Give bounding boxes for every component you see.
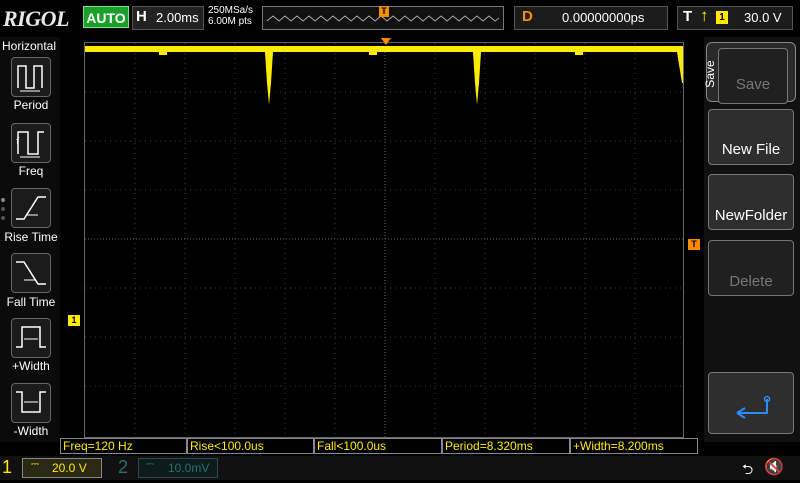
new-file-button[interactable]: New File [708,109,794,165]
neg-width-button[interactable] [11,383,51,423]
trigger-time-marker[interactable] [381,38,391,45]
delay-label: D [522,8,533,25]
ch1-waveform [85,46,683,105]
ch2-scale: 10.0mV [168,461,210,475]
freq-label: Freq [18,164,44,178]
ch1-ground-marker[interactable]: 1 [68,315,80,326]
measurement-fall[interactable]: Fall<100.0us [314,438,442,454]
pos-width-label: +Width [12,359,50,373]
rise-time-label: Rise Time [4,230,58,244]
save-button-label: Save [735,76,771,93]
period-button[interactable] [11,57,51,97]
delete-button[interactable]: Delete [708,240,794,296]
return-arrow-icon [736,395,771,419]
period-label: Period [13,98,49,112]
left-menu-title: Horizontal [2,39,57,53]
run-mode-badge[interactable]: AUTO [83,6,129,28]
neg-width-label: -Width [13,424,49,438]
freq-icon: f [16,131,44,158]
sample-rate: 250MSa/s [208,5,254,16]
memory-position-bar[interactable]: T [262,6,504,30]
pos-width-button[interactable] [11,318,51,358]
waveform-display[interactable] [84,42,684,438]
delete-label: Delete [729,273,773,290]
return-button[interactable] [708,372,794,434]
save-button[interactable]: Save [718,48,788,104]
scroll-dot [1,198,5,202]
measurement-freq[interactable]: Freq=120 Hz [60,438,187,454]
trigger-level-marker[interactable]: T [688,239,700,250]
scroll-dot [1,216,5,220]
dc-coupling-icon: ⎓ [31,459,39,470]
new-folder-button[interactable]: NewFolder [708,174,794,230]
trigger-label: T [683,8,693,25]
rise-time-button[interactable] [11,188,51,228]
horizontal-label: H [136,8,147,25]
new-file-label: New File [721,141,781,158]
rise-time-icon [16,196,46,220]
save-menu-title: Save [703,60,717,88]
dc-coupling-icon: ⎓ [146,459,154,470]
scroll-dot [1,207,5,211]
brand-logo: RIGOL [3,6,69,31]
measurement-pos-width[interactable]: +Width=8.200ms [570,438,698,454]
fall-time-button[interactable] [11,253,51,293]
neg-width-icon [16,391,46,413]
timebase-value: 2.00ms [156,10,199,25]
usb-icon: ⮌ [742,461,754,477]
trigger-level-value: 30.0 V [744,10,782,25]
measurement-rise[interactable]: Rise<100.0us [187,438,314,454]
speaker-muted-icon[interactable]: 🔇 [764,457,784,477]
measurement-period[interactable]: Period=8.320ms [442,438,570,454]
ch1-scale: 20.0 V [52,461,87,475]
trigger-source: 1 [716,11,728,24]
freq-button[interactable]: f [11,123,51,163]
ch1-number[interactable]: 1 [2,457,12,478]
graticule [85,43,683,437]
rising-edge-icon: ↑ [700,6,709,25]
svg-text:f: f [16,137,20,147]
memory-depth: 6.00M pts [208,16,252,27]
fall-time-icon [16,261,46,285]
trigger-position-marker[interactable]: T [379,6,389,17]
pos-width-icon [16,326,46,348]
fall-time-label: Fall Time [6,295,56,309]
delay-value: 0.00000000ps [562,10,645,25]
ch2-number[interactable]: 2 [118,457,128,478]
period-icon [17,65,43,92]
new-folder-label: NewFolder [714,207,788,224]
acquisition-info: 250MSa/s 6.00M pts [208,5,253,27]
